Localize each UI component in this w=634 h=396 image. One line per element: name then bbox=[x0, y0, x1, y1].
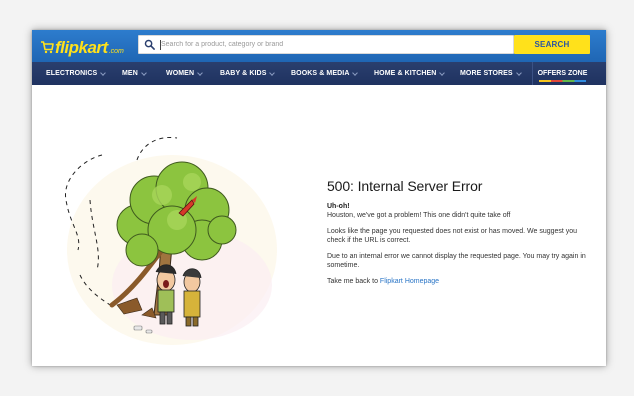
error-intro: Uh-oh! Houston, we've got a problem! Thi… bbox=[327, 202, 592, 220]
nav-item-label: BABY & KIDS bbox=[220, 70, 267, 77]
error-line-3: Due to an internal error we cannot displ… bbox=[327, 253, 586, 269]
nav-item-label: OFFERS ZONE bbox=[537, 70, 588, 77]
header-bar: flipkart .com SEARCH bbox=[32, 30, 606, 62]
error-line-2: Looks like the page you requested does n… bbox=[327, 228, 578, 244]
back-home-prefix: Take me back to bbox=[327, 278, 380, 285]
chevron-down-icon bbox=[439, 69, 446, 76]
nav-item-offers-zone[interactable]: OFFERS ZONE bbox=[532, 62, 592, 85]
chevron-down-icon bbox=[352, 69, 359, 76]
offers-underline bbox=[539, 80, 586, 82]
nav-item-books-media[interactable]: BOOKS & MEDIA bbox=[291, 62, 359, 85]
flipkart-cart-icon bbox=[41, 41, 54, 54]
nav-item-women[interactable]: WOMEN bbox=[166, 62, 203, 85]
nav-item-electronics[interactable]: ELECTRONICS bbox=[46, 62, 107, 85]
homepage-link[interactable]: Flipkart Homepage bbox=[380, 278, 439, 285]
nav-item-label: HOME & KITCHEN bbox=[374, 70, 437, 77]
nav-item-label: ELECTRONICS bbox=[46, 70, 98, 77]
chevron-down-icon bbox=[197, 69, 203, 76]
chevron-down-icon bbox=[100, 69, 107, 76]
nav-item-label: BOOKS & MEDIA bbox=[291, 70, 350, 77]
nav-item-label: MEN bbox=[122, 70, 138, 77]
nav-item-men[interactable]: MEN bbox=[122, 62, 147, 85]
chevron-down-icon bbox=[515, 69, 522, 76]
search-button[interactable]: SEARCH bbox=[514, 35, 590, 54]
nav-item-baby-kids[interactable]: BABY & KIDS bbox=[220, 62, 276, 85]
search-box[interactable] bbox=[138, 35, 514, 54]
error-panel: 500: Internal Server Error Uh-oh! Housto… bbox=[327, 178, 592, 293]
logo-text: flipkart bbox=[55, 38, 108, 57]
nav-item-label: MORE STORES bbox=[460, 70, 513, 77]
nav-item-home-kitchen[interactable]: HOME & KITCHEN bbox=[374, 62, 446, 85]
nav-item-label: WOMEN bbox=[166, 70, 195, 77]
logo-suffix: .com bbox=[108, 48, 124, 55]
error-illustration bbox=[65, 136, 277, 345]
nav-item-more-stores[interactable]: MORE STORES bbox=[460, 62, 522, 85]
search-input[interactable] bbox=[161, 36, 511, 53]
search-icon bbox=[144, 39, 155, 50]
back-home-line: Take me back to Flipkart Homepage bbox=[327, 277, 592, 286]
page-title: 500: Internal Server Error bbox=[327, 178, 483, 194]
flipkart-logo[interactable]: flipkart .com bbox=[40, 34, 124, 58]
browser-page: flipkart .com SEARCH ELECTRONICS MEN WOM… bbox=[32, 30, 606, 366]
error-exclamation: Uh-oh! bbox=[327, 203, 350, 210]
error-line-1: Houston, we've got a problem! This one d… bbox=[327, 212, 511, 219]
chevron-down-icon bbox=[269, 69, 276, 76]
chevron-down-icon bbox=[141, 69, 147, 76]
category-nav: ELECTRONICS MEN WOMEN BABY & KIDS BOOKS … bbox=[32, 62, 606, 85]
